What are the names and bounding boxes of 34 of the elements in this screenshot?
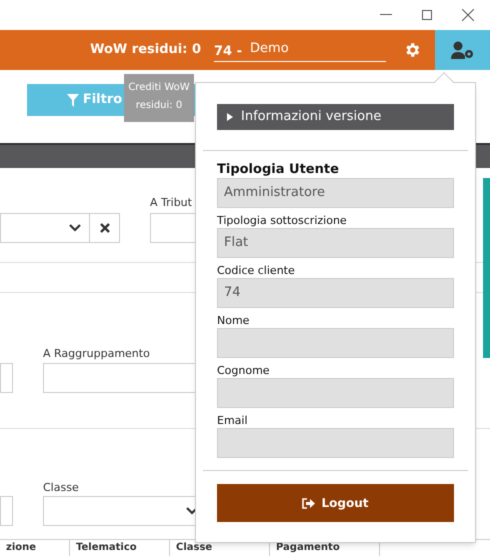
field-label: Cognome: [217, 364, 271, 378]
user-settings-icon: [450, 41, 474, 59]
clear-icon: [100, 223, 110, 233]
readonly-field[interactable]: Flat: [217, 228, 454, 258]
user-menu-button[interactable]: [435, 30, 490, 70]
funnel-icon: [66, 94, 79, 106]
field-label: Email: [217, 414, 249, 428]
credits-label: WoW residui: 0: [90, 41, 201, 60]
field-label: Nome: [217, 314, 250, 328]
readonly-field[interactable]: Amministratore: [217, 178, 454, 208]
maximize-icon[interactable]: [422, 10, 432, 20]
readonly-field[interactable]: [217, 378, 454, 408]
minimize-icon[interactable]: [380, 14, 392, 16]
section-title: Tipologia Utente: [217, 161, 340, 178]
version-toggle[interactable]: Informazioni versione: [217, 104, 454, 130]
chevron-down-icon: [69, 224, 81, 232]
sign-out-icon: [302, 498, 316, 508]
clear-button[interactable]: [89, 213, 120, 243]
readonly-field[interactable]: [217, 328, 454, 358]
select-field[interactable]: [0, 213, 90, 243]
field-label: Codice cliente: [217, 264, 296, 278]
close-icon[interactable]: [462, 9, 474, 21]
input-field[interactable]: [0, 363, 13, 393]
logout-button[interactable]: Logout: [217, 484, 454, 522]
column-header[interactable]: zione: [0, 540, 70, 556]
chevron-down-icon: [186, 507, 198, 515]
field-label: Tipologia sottoscrizione: [217, 214, 348, 228]
column-header[interactable]: Telematico: [70, 540, 170, 556]
readonly-field[interactable]: [217, 428, 454, 458]
field-label: Classe: [43, 480, 79, 496]
field-label: A Tribut: [150, 195, 192, 211]
field-label: A Raggruppamento: [43, 346, 150, 362]
tooltip: Crediti WoW residui: 0: [124, 74, 194, 122]
readonly-field[interactable]: 74: [217, 278, 454, 308]
